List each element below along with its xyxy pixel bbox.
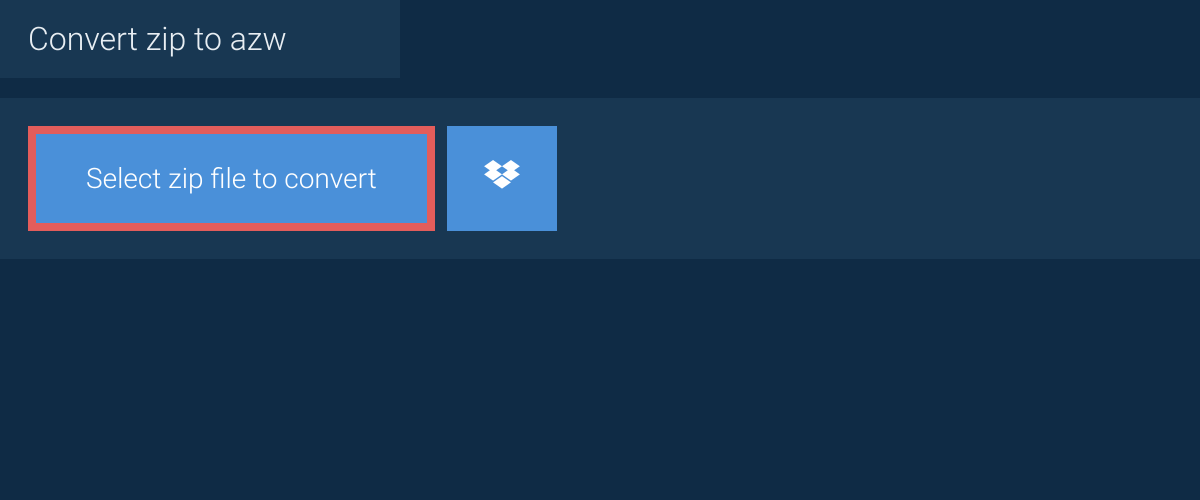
page-title: Convert zip to azw xyxy=(28,20,372,58)
dropbox-icon xyxy=(484,160,520,197)
page-header: Convert zip to azw xyxy=(0,0,400,78)
button-row: Select zip file to convert xyxy=(28,126,1172,231)
upload-panel: Select zip file to convert xyxy=(0,98,1200,259)
select-file-button[interactable]: Select zip file to convert xyxy=(28,126,435,231)
dropbox-button[interactable] xyxy=(447,126,557,231)
select-file-label: Select zip file to convert xyxy=(86,162,377,195)
